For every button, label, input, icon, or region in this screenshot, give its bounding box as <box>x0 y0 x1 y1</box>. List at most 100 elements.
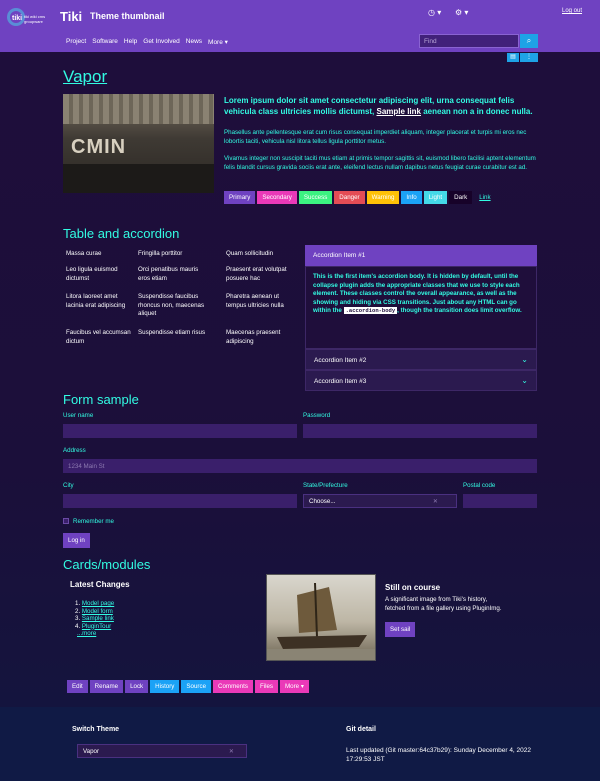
nav-more[interactable]: More ▾ <box>208 38 228 46</box>
raft-illustration <box>267 582 375 660</box>
page-title[interactable]: Vapor <box>63 67 107 87</box>
ceiling-slats <box>63 94 214 124</box>
search-icon[interactable]: ⌕ <box>520 34 538 48</box>
main-nav: Project Software Help Get Involved News … <box>66 38 228 46</box>
warning-button[interactable]: Warning <box>366 191 400 204</box>
page-actions-icon[interactable]: ⋮ <box>520 53 538 62</box>
address-field[interactable]: 1234 Main St <box>63 459 537 473</box>
table-cell: Litora laoreet amet lacinia erat adipisc… <box>66 293 126 309</box>
more-actions-button[interactable]: More ▾ <box>280 680 309 693</box>
clear-icon[interactable]: ✕ <box>229 748 234 755</box>
still-on-course-text: A significant image from Tiki's history,… <box>385 596 502 612</box>
secondary-button[interactable]: Secondary <box>257 191 297 204</box>
city-label: City <box>63 482 74 489</box>
latest-link-2[interactable]: Model form <box>82 608 113 615</box>
desk-area <box>63 164 214 193</box>
dark-button[interactable]: Dark <box>449 191 473 204</box>
table-cell: Maecenas praesent adipiscing <box>226 329 281 345</box>
list-item: 2. Model form <box>75 607 113 615</box>
button-row: Primary Secondary Success Danger Warning… <box>224 191 496 204</box>
form-section-title: Form sample <box>63 392 139 407</box>
latest-link-4[interactable]: PluginTour <box>82 623 111 630</box>
login-button[interactable]: Log in <box>63 533 90 548</box>
logout-link[interactable]: Log out <box>562 8 582 14</box>
accordion: Accordion Item #1 This is the first item… <box>305 245 537 391</box>
accordion-item-3-header[interactable]: Accordion Item #3 ⌄ <box>305 370 537 391</box>
files-button[interactable]: Files <box>254 680 279 693</box>
list-item: 4. PluginTour <box>75 622 112 630</box>
svg-text:tiki: tiki <box>12 15 22 22</box>
switch-theme-title: Switch Theme <box>72 726 120 733</box>
accordion-item-3-label: Accordion Item #3 <box>314 378 367 385</box>
nav-get-involved[interactable]: Get Involved <box>143 38 180 46</box>
username-field[interactable] <box>63 424 297 438</box>
state-select[interactable]: Choose... ✕ <box>303 494 457 508</box>
table-cell: Fringilla porttitor <box>138 250 183 257</box>
history-button[interactable]: History <box>150 680 180 693</box>
git-detail-text: Last updated (Git master:64c37b29): Sund… <box>346 747 531 763</box>
remember-checkbox[interactable] <box>63 518 69 524</box>
nav-news[interactable]: News <box>186 38 202 46</box>
table-section-title: Table and accordion <box>63 226 180 241</box>
table-cell: Suspendisse etiam risus <box>138 329 206 336</box>
clock-icon[interactable]: ◷ ▾ <box>428 8 441 17</box>
nav-software[interactable]: Software <box>92 38 118 46</box>
lead-paragraph: Lorem ipsum dolor sit amet consectetur a… <box>224 95 540 117</box>
site-title[interactable]: Tiki <box>60 9 82 24</box>
site-subtitle: Theme thumbnail <box>90 11 165 21</box>
chevron-down-icon: ⌄ <box>521 376 528 385</box>
accordion-item-1-header[interactable]: Accordion Item #1 <box>305 245 537 266</box>
set-sail-button[interactable]: Set sail <box>385 622 416 637</box>
cogs-icon[interactable]: ⚙ ▾ <box>455 8 468 17</box>
password-label: Password <box>303 412 331 419</box>
rename-button[interactable]: Rename <box>89 680 124 693</box>
state-select-value: Choose... <box>309 498 336 505</box>
search-input[interactable]: Find <box>419 34 519 48</box>
table-cell: Praesent erat volutpat posuere hac <box>226 266 287 282</box>
table-cell: Orci penatibus mauris eros etiam <box>138 266 199 282</box>
info-button[interactable]: Info <box>401 191 422 204</box>
paragraph-2: Vivamus integer non suscipit taciti mus … <box>224 155 536 171</box>
nav-help[interactable]: Help <box>124 38 137 46</box>
theme-select-value: Vapor <box>83 748 100 755</box>
more-link[interactable]: ...more <box>77 630 96 637</box>
accordion-item-2-header[interactable]: Accordion Item #2 ⌄ <box>305 349 537 370</box>
clear-icon[interactable]: ✕ <box>433 498 438 505</box>
comments-button[interactable]: Comments <box>213 680 253 693</box>
latest-changes-list: 1. Model page 2. Model form 3. Sample li… <box>75 600 114 638</box>
edit-button[interactable]: Edit <box>67 680 88 693</box>
light-button[interactable]: Light <box>423 191 448 204</box>
git-detail-title: Git detail <box>346 726 376 733</box>
list-item: 3. Sample link <box>75 615 114 622</box>
latest-link-1[interactable]: Model page <box>82 600 114 607</box>
cards-section-title: Cards/modules <box>63 557 151 572</box>
source-button[interactable]: Source <box>181 680 212 693</box>
username-label: User name <box>63 412 94 419</box>
address-label: Address <box>63 447 86 454</box>
page-options-icon[interactable]: ▤ <box>507 53 519 62</box>
accordion-code: .accordion-body <box>343 307 398 314</box>
table-cell: Faucibus vel accumsan dictum <box>66 329 131 345</box>
page-action-bar: Edit Rename Lock History Source Comments… <box>67 680 309 693</box>
danger-button[interactable]: Danger <box>334 191 365 204</box>
city-field[interactable] <box>63 494 297 508</box>
lock-button[interactable]: Lock <box>125 680 149 693</box>
accordion-item-1-body: This is the first item's accordion body.… <box>305 266 537 349</box>
nav-project[interactable]: Project <box>66 38 86 46</box>
success-button[interactable]: Success <box>298 191 333 204</box>
password-field[interactable] <box>303 424 537 438</box>
link-button[interactable]: Link <box>474 191 495 204</box>
table-cell: Leo ligula euismod dictumst <box>66 266 118 282</box>
latest-link-3[interactable]: Sample link <box>82 615 114 622</box>
chevron-down-icon: ⌄ <box>521 355 528 364</box>
primary-button[interactable]: Primary <box>224 191 256 204</box>
logo-text: tiki wiki cms groupware <box>24 14 46 24</box>
postal-field[interactable] <box>463 494 537 508</box>
list-item: 1. Model page <box>75 600 115 607</box>
theme-select[interactable]: Vapor ✕ <box>77 744 247 758</box>
remember-label: Remember me <box>73 518 114 525</box>
postal-label: Postal code <box>463 482 496 489</box>
table-cell: Pharetra aenean ut tempus ultricies null… <box>226 293 284 309</box>
photo-sign-text: CMIN <box>71 136 127 158</box>
sample-link[interactable]: Sample link <box>377 107 421 116</box>
